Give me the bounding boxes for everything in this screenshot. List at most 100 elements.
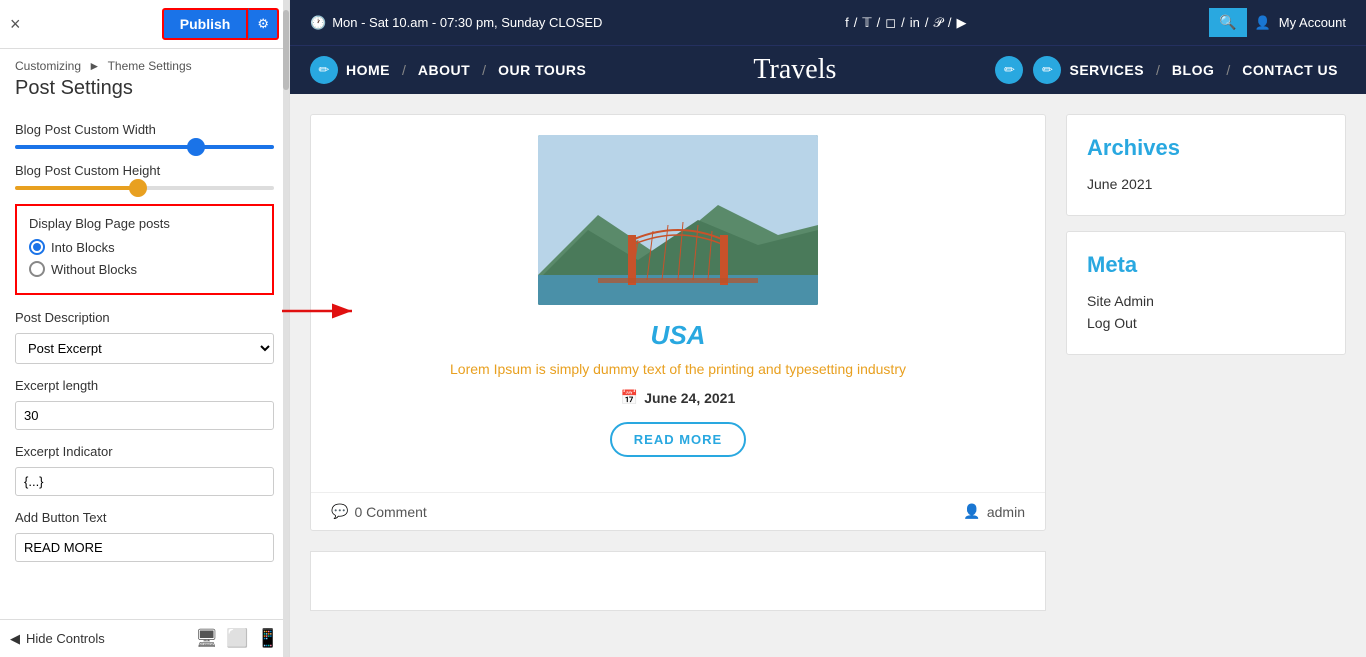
hours-text: Mon - Sat 10.am - 07:30 pm, Sunday CLOSE…	[332, 15, 602, 30]
instagram-icon[interactable]: ◻	[885, 15, 896, 31]
add-button-label: Add Button Text	[15, 510, 274, 525]
post-date-text: June 24, 2021	[644, 390, 735, 406]
clock-icon: 🕐	[310, 15, 326, 31]
archives-widget: Archives June 2021	[1066, 114, 1346, 216]
display-blog-box: Display Blog Page posts Into Blocks With…	[15, 204, 274, 295]
account-icon: 👤	[1255, 15, 1271, 31]
archives-june-2021[interactable]: June 2021	[1087, 173, 1325, 195]
meta-site-admin[interactable]: Site Admin	[1087, 290, 1325, 312]
youtube-icon[interactable]: ▶	[956, 15, 966, 31]
nav-blog[interactable]: BLOG	[1164, 46, 1222, 94]
post-description-select[interactable]: Post Excerpt	[15, 333, 274, 364]
close-button[interactable]: ×	[10, 14, 21, 35]
hide-controls-button[interactable]: ◀ Hide Controls	[10, 631, 105, 647]
radio-into-blocks-indicator[interactable]	[29, 239, 45, 255]
post-author: 👤 admin	[963, 503, 1025, 520]
publish-button[interactable]: Publish	[162, 8, 249, 40]
meta-widget: Meta Site Admin Log Out	[1066, 231, 1346, 355]
desktop-icon[interactable]: 🖥	[195, 628, 218, 649]
blog-height-track	[15, 186, 274, 190]
hide-controls-label: Hide Controls	[26, 631, 105, 646]
linkedin-icon[interactable]: in	[910, 15, 920, 30]
twitter-icon[interactable]: 𝕋	[862, 15, 871, 31]
post-image-svg	[538, 135, 818, 305]
site-logo: Travels	[594, 46, 995, 94]
add-button-section: Add Button Text	[15, 510, 274, 562]
nav-services[interactable]: SERVICES	[1061, 46, 1152, 94]
nav-right: SERVICES / BLOG / CONTACT US	[1061, 46, 1346, 94]
sidebar: Archives June 2021 Meta Site Admin Log O…	[1066, 114, 1346, 637]
tablet-icon[interactable]: ⬜	[226, 628, 248, 649]
archives-title: Archives	[1087, 135, 1325, 161]
add-button-input[interactable]	[15, 533, 274, 562]
blog-height-thumb[interactable]	[129, 179, 147, 197]
blog-height-label: Blog Post Custom Height	[15, 163, 274, 178]
blog-width-track	[15, 145, 274, 149]
post-image	[538, 135, 818, 305]
main-content: USA Lorem Ipsum is simply dummy text of …	[290, 94, 1366, 657]
publish-area: Publish ⚙	[162, 8, 279, 40]
author-name: admin	[987, 504, 1025, 520]
nav-home[interactable]: Home	[338, 46, 398, 94]
breadcrumb-customizing[interactable]: Customizing	[15, 59, 81, 73]
excerpt-length-section: Excerpt length 30	[15, 378, 274, 430]
panel-content: Blog Post Custom Width Blog Post Custom …	[0, 112, 289, 619]
radio-into-blocks[interactable]: Into Blocks	[29, 239, 260, 255]
blog-width-thumb[interactable]	[187, 138, 205, 156]
scrollbar-thumb[interactable]	[283, 10, 289, 90]
nav-contact[interactable]: CONTACT US	[1234, 46, 1346, 94]
chevron-left-icon: ◀	[10, 631, 20, 647]
comment-count: 0 Comment	[354, 504, 426, 520]
post-description-label: Post Description	[15, 310, 274, 325]
search-button[interactable]: 🔍	[1209, 8, 1246, 37]
site-nav: ✏ Home / ABOUT / OUR TOURS Travels ✏ ✏ S…	[290, 45, 1366, 94]
excerpt-length-input[interactable]: 30	[15, 401, 274, 430]
meta-log-out[interactable]: Log Out	[1087, 312, 1325, 334]
blog-width-section: Blog Post Custom Width	[15, 122, 274, 149]
display-blog-label: Display Blog Page posts	[29, 216, 260, 231]
social-links: f / 𝕋 / ◻ / in / 𝒫 / ▶	[845, 15, 966, 31]
publish-settings-button[interactable]: ⚙	[248, 8, 279, 40]
calendar-icon: 📅	[621, 389, 638, 406]
comment-icon: 💬	[331, 503, 348, 520]
author-icon: 👤	[963, 503, 980, 520]
mobile-icon[interactable]: 📱	[257, 628, 279, 649]
radio-without-blocks-label: Without Blocks	[51, 262, 137, 277]
facebook-icon[interactable]: f	[845, 15, 849, 30]
blog-width-label: Blog Post Custom Width	[15, 122, 274, 137]
pinterest-icon[interactable]: 𝒫	[933, 15, 942, 31]
radio-without-blocks[interactable]: Without Blocks	[29, 261, 260, 277]
edit-logo-icon[interactable]: ✏	[995, 56, 1023, 84]
nav-tours[interactable]: OUR TOURS	[490, 46, 594, 94]
site-top-right: 🔍 👤 My Account	[1209, 8, 1346, 37]
post-card-inner: USA Lorem Ipsum is simply dummy text of …	[311, 115, 1045, 492]
device-icons: 🖥 ⬜ 📱	[195, 628, 279, 649]
site-hours: 🕐 Mon - Sat 10.am - 07:30 pm, Sunday CLO…	[310, 15, 602, 31]
bottom-bar: ◀ Hide Controls 🖥 ⬜ 📱	[0, 619, 289, 657]
post-date: 📅 June 24, 2021	[621, 389, 736, 406]
excerpt-indicator-label: Excerpt Indicator	[15, 444, 274, 459]
breadcrumb-separator: ►	[88, 59, 103, 73]
post-comment: 💬 0 Comment	[331, 503, 427, 520]
blog-height-section: Blog Post Custom Height	[15, 163, 274, 190]
breadcrumb-theme-settings[interactable]: Theme Settings	[108, 59, 192, 73]
read-more-button[interactable]: READ MORE	[610, 422, 746, 457]
meta-title: Meta	[1087, 252, 1325, 278]
nav-about[interactable]: ABOUT	[410, 46, 478, 94]
blog-area: USA Lorem Ipsum is simply dummy text of …	[310, 114, 1046, 637]
excerpt-indicator-input[interactable]	[15, 467, 274, 496]
post-description-section: Post Description Post Excerpt	[15, 310, 274, 364]
radio-into-blocks-label: Into Blocks	[51, 240, 115, 255]
excerpt-indicator-section: Excerpt Indicator	[15, 444, 274, 496]
edit-nav-left-icon[interactable]: ✏	[310, 56, 338, 84]
scrollbar[interactable]	[283, 0, 289, 657]
radio-without-blocks-indicator[interactable]	[29, 261, 45, 277]
customizer-panel: × Publish ⚙ Customizing ► Theme Settings…	[0, 0, 290, 657]
panel-title: Post Settings	[0, 75, 289, 112]
edit-nav-right-icon[interactable]: ✏	[1033, 56, 1061, 84]
post-footer: 💬 0 Comment 👤 admin	[311, 492, 1045, 530]
excerpt-length-label: Excerpt length	[15, 378, 274, 393]
customizer-topbar: × Publish ⚙	[0, 0, 289, 49]
post-title: USA	[651, 320, 706, 351]
my-account-link[interactable]: My Account	[1279, 15, 1346, 30]
